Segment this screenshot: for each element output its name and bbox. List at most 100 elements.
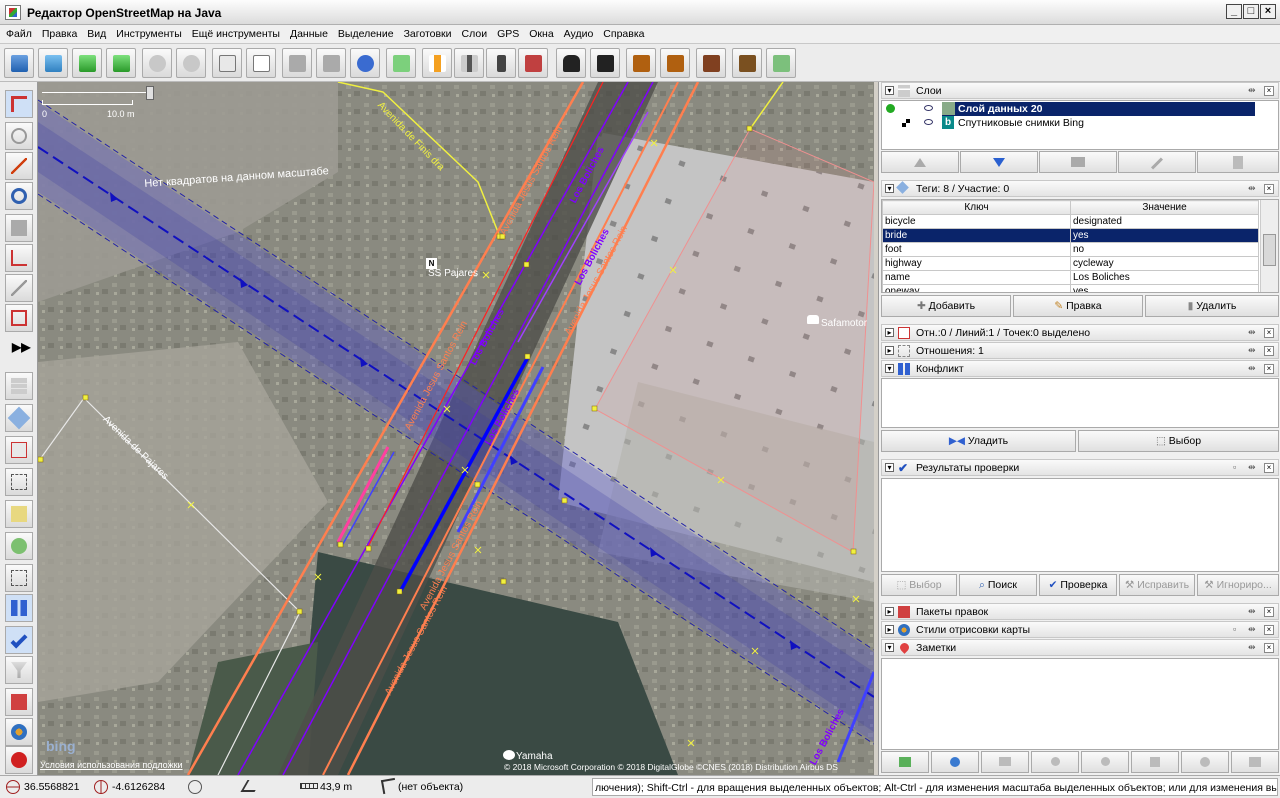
- detach-icon[interactable]: ⇹: [1248, 643, 1259, 652]
- preferences-button[interactable]: [212, 48, 242, 78]
- warning-preset-button[interactable]: [626, 48, 656, 78]
- traffic-signal-button[interactable]: [486, 48, 516, 78]
- download-notes-button[interactable]: [881, 751, 929, 773]
- tag-value[interactable]: yes: [1070, 284, 1259, 292]
- save-button[interactable]: [38, 48, 68, 78]
- combine-button[interactable]: [386, 48, 416, 78]
- note-comment-button[interactable]: [981, 751, 1029, 773]
- tag-row[interactable]: name Los Boliches: [882, 270, 1259, 285]
- extrude-tool-button[interactable]: [5, 304, 33, 332]
- menu-view[interactable]: Вид: [81, 25, 110, 40]
- validation-select-button[interactable]: ⬚ Выбор: [881, 574, 957, 596]
- expand-toggle[interactable]: ▸: [885, 607, 894, 616]
- conflict-panel-header[interactable]: ▾ Конфликт ⇹ ×: [881, 360, 1279, 377]
- collapse-toggle[interactable]: ▾: [885, 86, 894, 95]
- tags-scrollbar[interactable]: [1260, 200, 1278, 292]
- draw-tool-button[interactable]: [5, 152, 33, 180]
- move-down-button[interactable]: [960, 151, 1038, 173]
- detach-icon[interactable]: ⇹: [1248, 346, 1259, 355]
- filter-toggle[interactable]: [5, 656, 33, 684]
- sync-button[interactable]: [350, 48, 380, 78]
- select-list-toggle[interactable]: [5, 468, 33, 496]
- expand-toggle[interactable]: ▸: [885, 328, 894, 337]
- layers-panel-header[interactable]: ▾ Слои ⇹ ×: [881, 82, 1279, 99]
- add-node-toggle[interactable]: [5, 500, 33, 528]
- notes-list[interactable]: [881, 658, 1279, 750]
- menu-presets[interactable]: Заготовки: [398, 25, 456, 40]
- menu-selection[interactable]: Выделение: [332, 25, 398, 40]
- new-note-button[interactable]: [931, 751, 979, 773]
- map-view[interactable]: 0 10.0 m Нет квадратов на данном масштаб…: [38, 82, 874, 775]
- zoom-slider-handle[interactable]: [146, 86, 154, 100]
- selection-panel-header[interactable]: ▸ Отн.:0 / Линий:1 / Точек:0 выделено ⇹ …: [881, 324, 1279, 341]
- tag-key[interactable]: foot: [882, 242, 1071, 257]
- close-icon[interactable]: ×: [1264, 625, 1274, 635]
- zoom-tool-button[interactable]: [5, 182, 33, 210]
- tag-value[interactable]: designated: [1070, 214, 1259, 229]
- edit-tag-button[interactable]: ✎ Правка: [1013, 295, 1143, 317]
- car-preset-button[interactable]: [556, 48, 586, 78]
- notes-settings-button[interactable]: [1231, 751, 1279, 773]
- collapse-toggle[interactable]: ▾: [885, 463, 894, 472]
- close-icon[interactable]: ×: [1264, 86, 1274, 96]
- detach-icon[interactable]: ⇹: [1248, 184, 1259, 193]
- close-icon[interactable]: ×: [1264, 184, 1274, 194]
- menu-tools[interactable]: Инструменты: [110, 25, 185, 40]
- detach-icon[interactable]: ⇹: [1248, 463, 1259, 472]
- close-icon[interactable]: ×: [1264, 328, 1274, 338]
- close-note-button[interactable]: [1031, 751, 1079, 773]
- tag-key[interactable]: bicycle: [882, 214, 1071, 229]
- tag-value[interactable]: cycleway: [1070, 256, 1259, 271]
- visibility-eye-icon[interactable]: [924, 119, 933, 125]
- resolve-button[interactable]: ▶◀ Уладить: [881, 430, 1076, 452]
- tag-row[interactable]: bicycle designated: [882, 214, 1259, 229]
- menu-windows[interactable]: Окна: [523, 25, 557, 40]
- layer-row-imagery[interactable]: Спутниковые снимки Bing: [958, 116, 1255, 130]
- recycle-preset-button[interactable]: [766, 48, 796, 78]
- delete-tool-button[interactable]: [5, 214, 33, 242]
- properties-button[interactable]: [246, 48, 276, 78]
- add-tag-button[interactable]: ✚ Добавить: [881, 295, 1011, 317]
- changesets-panel-header[interactable]: ▸ Пакеты правок ⇹ ×: [881, 603, 1279, 620]
- sort-notes-button[interactable]: [1131, 751, 1179, 773]
- close-toggle[interactable]: [5, 746, 33, 774]
- menu-audio[interactable]: Аудио: [558, 25, 598, 40]
- collapse-toggle[interactable]: ▾: [885, 643, 894, 652]
- draw-button[interactable]: [282, 48, 312, 78]
- tag-value[interactable]: yes: [1070, 228, 1259, 243]
- expand-toggle[interactable]: ▸: [885, 625, 894, 634]
- detach-icon[interactable]: ⇹: [1248, 607, 1259, 616]
- delete-tag-button[interactable]: ▮ Удалить: [1145, 295, 1279, 317]
- collapse-toggle[interactable]: ▾: [885, 364, 894, 373]
- factory-preset-button[interactable]: [732, 48, 762, 78]
- maximize-button[interactable]: □: [1243, 4, 1259, 19]
- wall-preset-button[interactable]: [518, 48, 548, 78]
- layer-row-data[interactable]: Слой данных 20: [942, 102, 1255, 116]
- column-key[interactable]: Ключ: [882, 200, 1071, 215]
- tag-key[interactable]: bride: [882, 228, 1071, 243]
- redo-button[interactable]: [176, 48, 206, 78]
- close-icon[interactable]: ×: [1264, 607, 1274, 617]
- menu-more-tools[interactable]: Ещё инструменты: [186, 25, 284, 40]
- ignore-button[interactable]: ⚒ Игнориро...: [1197, 574, 1279, 596]
- imagery-toggle[interactable]: [5, 532, 33, 560]
- lasso-button[interactable]: [5, 122, 33, 150]
- map-style-toggle[interactable]: [5, 718, 33, 746]
- tag-row-selected[interactable]: bride yes: [882, 228, 1259, 243]
- conflict-list[interactable]: [881, 378, 1279, 428]
- relations-panel-header[interactable]: ▸ Отношения: 1 ⇹ ×: [881, 342, 1279, 359]
- select-tool-button[interactable]: [5, 90, 33, 118]
- tags-panel-header[interactable]: ▾ Теги: 8 / Участие: 0 ⇹ ×: [881, 180, 1279, 197]
- close-window-button[interactable]: ×: [1260, 4, 1276, 19]
- delete-layer-button[interactable]: [1197, 151, 1279, 173]
- mapstyles-panel-header[interactable]: ▸ Стили отрисовки карты ▫ ⇹ ×: [881, 621, 1279, 638]
- menu-file[interactable]: Файл: [0, 25, 36, 40]
- improve-way-button[interactable]: [5, 274, 33, 302]
- relations-toggle[interactable]: [5, 436, 33, 464]
- close-icon[interactable]: ×: [1264, 643, 1274, 653]
- notes-panel-header[interactable]: ▾ Заметки ⇹ ×: [881, 639, 1279, 656]
- detach-icon[interactable]: ⇹: [1248, 364, 1259, 373]
- tag-key[interactable]: oneway: [882, 284, 1071, 292]
- terms-link[interactable]: Условия использования подложки: [40, 760, 183, 770]
- road-preset-button[interactable]: [422, 48, 452, 78]
